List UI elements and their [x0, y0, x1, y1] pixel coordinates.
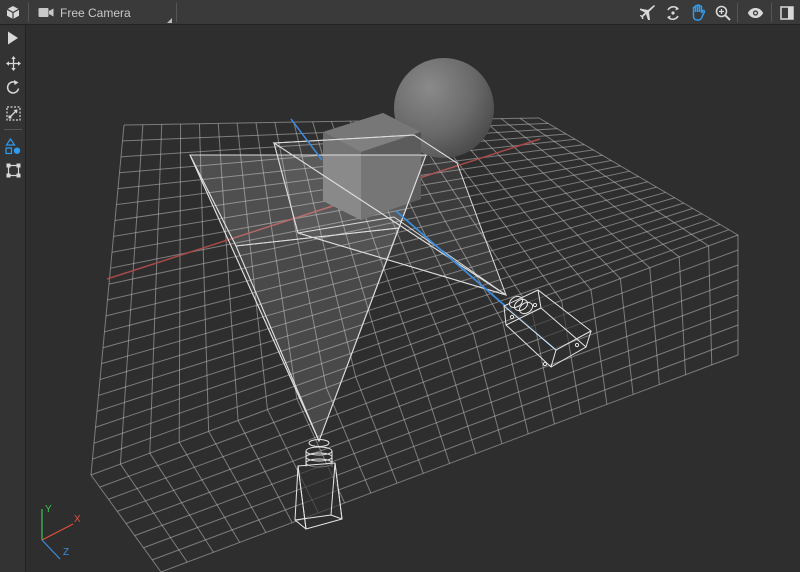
pan-hand-icon: [692, 4, 706, 21]
camera-selector-dropdown[interactable]: Free Camera: [32, 0, 174, 25]
select-arrow-icon: [8, 31, 18, 45]
3d-viewport[interactable]: Y X Z: [26, 25, 800, 572]
scale-icon: [5, 105, 21, 121]
shapes-tool-button[interactable]: [0, 135, 26, 157]
visibility-button[interactable]: [743, 0, 767, 25]
panel-toggle-icon: [780, 5, 794, 20]
gizmo-y-label: Y: [45, 504, 52, 515]
axis-gizmo: Y X Z: [41, 504, 81, 560]
sidebar-divider: [4, 129, 22, 130]
move-arrows-icon: [5, 55, 21, 71]
toolbar-divider: [176, 3, 177, 22]
editor-window: Free Camera Y X Z: [0, 0, 800, 572]
dropdown-corner-icon: [167, 18, 172, 23]
select-tool-button[interactable]: [0, 27, 26, 49]
bounding-box-icon: [6, 163, 20, 177]
zoom-button[interactable]: [711, 0, 735, 25]
scale-tool-button[interactable]: [0, 102, 26, 124]
camera-1-body[interactable]: [294, 439, 343, 530]
rotate-tool-button[interactable]: [0, 76, 26, 98]
move-tool-button[interactable]: [0, 52, 26, 74]
toolbar-divider: [737, 3, 738, 22]
toolbar-divider: [771, 3, 772, 22]
toolbar-divider: [28, 3, 29, 22]
fly-mode-icon: [640, 4, 655, 20]
panel-toggle-button[interactable]: [775, 0, 799, 25]
fly-mode-button[interactable]: [636, 0, 660, 25]
orbit-mode-button[interactable]: [661, 0, 685, 25]
shapes-icon: [5, 137, 21, 154]
gizmo-z-label: Z: [63, 547, 69, 558]
video-camera-icon: [38, 7, 54, 18]
bounding-box-tool-button[interactable]: [0, 159, 26, 181]
zoom-icon: [715, 5, 731, 21]
viewport-toolbar: Free Camera: [0, 0, 800, 25]
orbit-mode-icon: [667, 5, 679, 20]
scene-canvas[interactable]: Y X Z: [26, 25, 800, 572]
camera-2-body[interactable]: [503, 289, 592, 368]
visibility-eye-icon: [747, 7, 763, 18]
pan-mode-button[interactable]: [686, 0, 710, 25]
tool-sidebar: [0, 25, 26, 572]
camera-name-label: Free Camera: [60, 5, 131, 20]
rotate-icon: [6, 79, 19, 94]
app-logo-icon[interactable]: [0, 0, 26, 25]
gizmo-x-label: X: [74, 514, 81, 525]
